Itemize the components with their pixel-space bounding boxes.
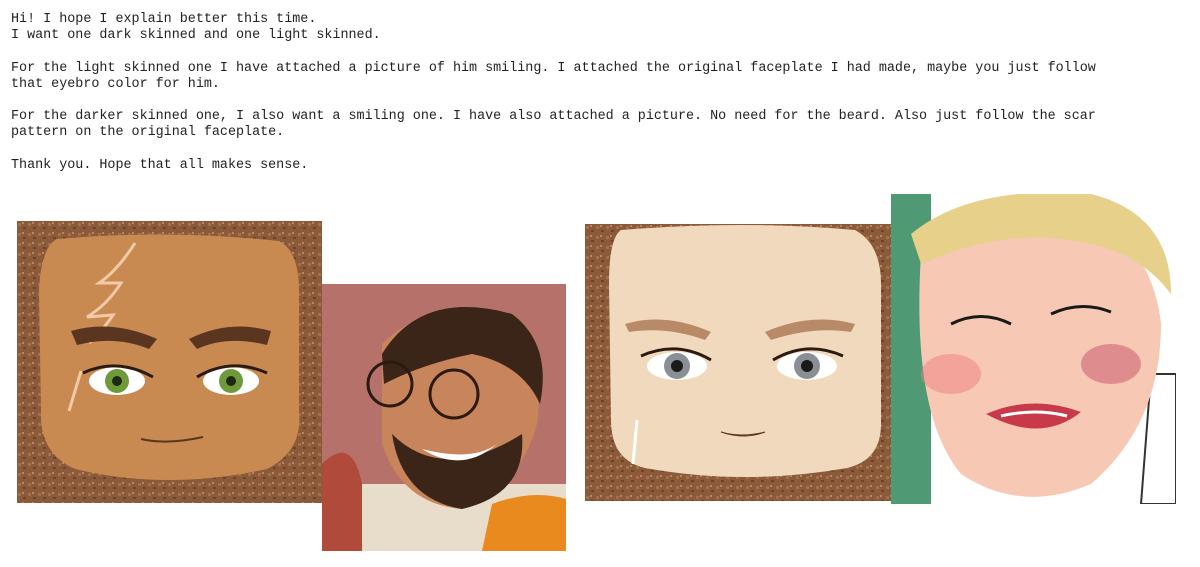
blond-man-reference-image[interactable] xyxy=(891,194,1176,504)
blond-man-drawing xyxy=(891,194,1176,504)
light-skin-faceplate-image[interactable] xyxy=(585,224,906,501)
dark-skin-faceplate-image[interactable] xyxy=(17,221,322,503)
message-paragraph-1: Hi! I hope I explain better this time. I… xyxy=(11,12,381,44)
bearded-man-drawing xyxy=(322,284,566,551)
message-paragraph-2: For the light skinned one I have attache… xyxy=(11,60,1096,92)
bearded-man-reference-image[interactable] xyxy=(322,284,566,551)
message-paragraph-3: For the darker skinned one, I also want … xyxy=(11,109,1096,141)
email-message: Hi! I hope I explain better this time. I… xyxy=(11,12,1181,190)
dark-faceplate-drawing xyxy=(17,221,322,503)
light-faceplate-drawing xyxy=(585,224,906,501)
message-paragraph-4: Thank you. Hope that all makes sense. xyxy=(11,157,309,173)
